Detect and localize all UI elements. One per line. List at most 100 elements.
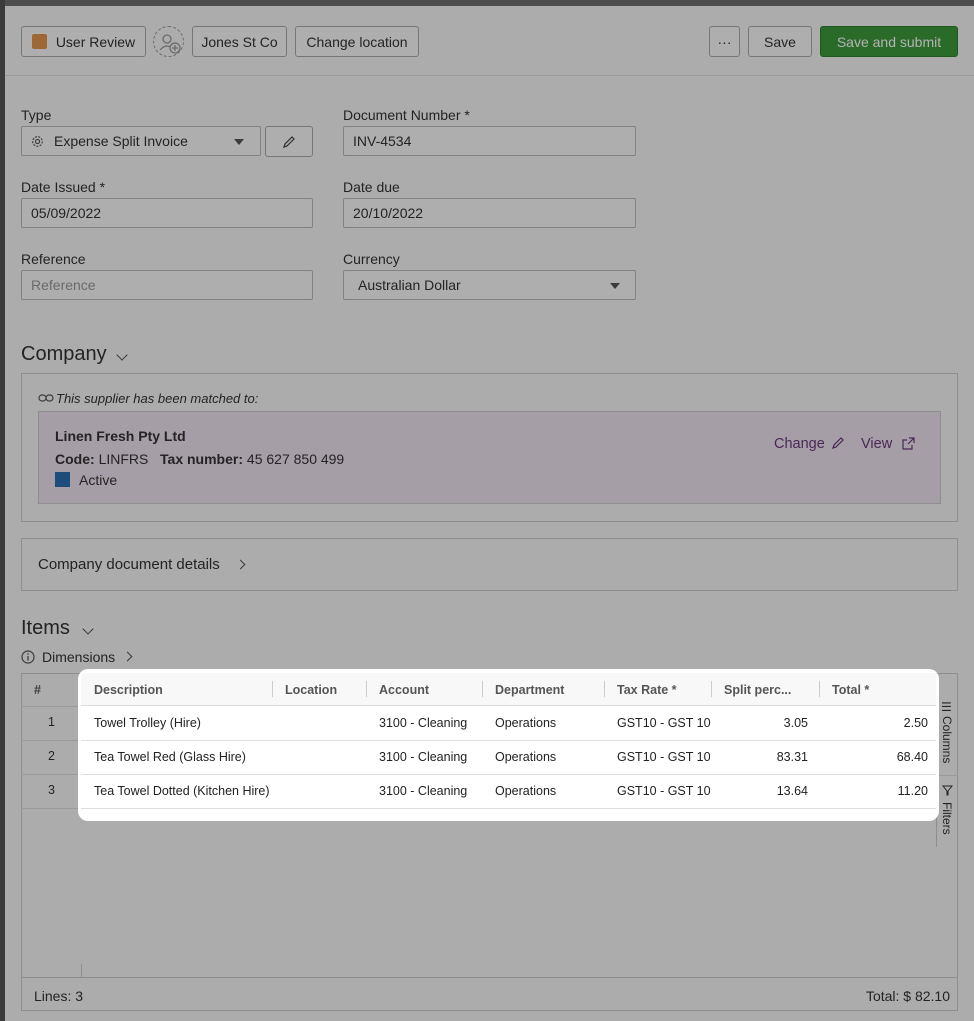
cell-total[interactable]: 11.20 (832, 784, 928, 798)
company-button[interactable]: Jones St Co (192, 26, 287, 57)
type-value: Expense Split Invoice (54, 133, 188, 149)
currency-select[interactable]: Australian Dollar (343, 270, 636, 300)
column-separator (366, 681, 367, 697)
date-issued-label: Date Issued * (21, 179, 106, 195)
cell-tax-rate[interactable]: GST10 - GST 10% (617, 750, 711, 764)
row-number: 3 (48, 783, 55, 797)
chevron-down-icon[interactable] (116, 349, 128, 361)
column-separator (711, 681, 712, 697)
grid-divider (21, 740, 83, 741)
column-separator (604, 681, 605, 697)
column-header-number: # (34, 683, 41, 697)
cell-total[interactable]: 2.50 (832, 716, 928, 730)
date-due-value: 20/10/2022 (353, 205, 424, 221)
grid-divider (21, 774, 83, 775)
pencil-icon (282, 135, 296, 149)
currency-label: Currency (343, 251, 400, 267)
column-header-split-percent[interactable]: Split perc... (724, 683, 791, 697)
type-select[interactable]: Expense Split Invoice (21, 126, 261, 156)
status-color-swatch (31, 34, 47, 49)
grid-divider (21, 808, 83, 809)
company-document-details-label: Company document details (38, 556, 220, 573)
filters-panel-tab[interactable]: Filters (940, 802, 954, 835)
save-label: Save (764, 33, 796, 50)
cell-split-percent[interactable]: 3.05 (724, 716, 808, 730)
more-icon: ··· (717, 33, 732, 50)
view-supplier-link[interactable]: View (861, 436, 892, 452)
cell-description[interactable]: Tea Towel Dotted (Kitchen Hire) (94, 784, 270, 798)
row-divider (81, 740, 936, 741)
lines-count: Lines: 3 (34, 988, 84, 1004)
save-and-submit-label: Save and submit (836, 33, 942, 50)
cell-tax-rate[interactable]: GST10 - GST 10% (617, 716, 711, 730)
cell-description[interactable]: Tea Towel Red (Glass Hire) (94, 750, 246, 764)
active-status-swatch (55, 472, 70, 487)
row-number: 1 (48, 715, 55, 729)
dimensions-toggle[interactable]: Dimensions (42, 649, 115, 665)
company-section-title: Company (21, 343, 107, 365)
items-total: Total: $ 82.10 (865, 988, 950, 1004)
reference-placeholder: Reference (31, 277, 96, 293)
cell-account[interactable]: 3100 - Cleaning (379, 784, 467, 798)
chevron-down-icon (610, 283, 620, 289)
date-due-input[interactable]: 20/10/2022 (343, 198, 636, 228)
column-header-location[interactable]: Location (285, 683, 337, 697)
filter-icon[interactable] (942, 785, 953, 796)
cell-tax-rate[interactable]: GST10 - GST 10% (617, 784, 711, 798)
more-options-button[interactable]: ··· (709, 26, 740, 57)
row-divider (81, 774, 936, 775)
column-separator (819, 681, 820, 697)
cell-account[interactable]: 3100 - Cleaning (379, 716, 467, 730)
type-label: Type (21, 107, 52, 123)
pencil-icon[interactable] (831, 436, 845, 450)
chevron-down-icon[interactable] (82, 623, 94, 635)
status-label: User Review (55, 33, 136, 50)
cell-split-percent[interactable]: 83.31 (724, 750, 808, 764)
columns-icon[interactable]: ☰ (941, 700, 952, 714)
change-location-button[interactable]: Change location (295, 26, 419, 57)
column-separator (482, 681, 483, 697)
tax-label: Tax number: (160, 451, 244, 467)
reference-input[interactable]: Reference (21, 270, 313, 300)
columns-panel-tab[interactable]: Columns (940, 716, 954, 763)
cell-department[interactable]: Operations (495, 750, 556, 764)
document-number-input[interactable]: INV-4534 (343, 126, 636, 156)
cell-split-percent[interactable]: 13.64 (724, 784, 808, 798)
save-button[interactable]: Save (748, 26, 812, 57)
column-header-tax-rate[interactable]: Tax Rate * (617, 683, 677, 697)
change-location-label: Change location (306, 33, 408, 50)
toolbar: User Review Jones St Co Change location … (5, 6, 974, 76)
cell-account[interactable]: 3100 - Cleaning (379, 750, 467, 764)
tax-value: 45 627 850 499 (246, 451, 345, 467)
supplier-code-line: Code: LINFRS Tax number: 45 627 850 499 (55, 451, 344, 467)
supplier-name: Linen Fresh Pty Ltd (55, 428, 186, 444)
cell-department[interactable]: Operations (495, 716, 556, 730)
link-icon (38, 392, 54, 404)
date-issued-value: 05/09/2022 (31, 205, 102, 221)
edit-type-button[interactable] (265, 126, 313, 157)
date-issued-input[interactable]: 05/09/2022 (21, 198, 313, 228)
code-value: LINFRS (98, 451, 149, 467)
grid-divider (81, 964, 82, 977)
row-divider (81, 808, 936, 809)
column-header-account[interactable]: Account (379, 683, 429, 697)
currency-value: Australian Dollar (358, 277, 461, 293)
status-button[interactable]: User Review (21, 26, 146, 57)
save-and-submit-button[interactable]: Save and submit (820, 26, 958, 57)
code-label: Code: (55, 451, 95, 467)
reference-label: Reference (21, 251, 86, 267)
cell-department[interactable]: Operations (495, 784, 556, 798)
external-link-icon[interactable] (901, 436, 916, 451)
column-header-total[interactable]: Total * (832, 683, 869, 697)
assign-user-icon[interactable] (153, 26, 184, 57)
column-header-description[interactable]: Description (94, 683, 163, 697)
change-supplier-link[interactable]: Change (774, 436, 825, 452)
column-header-department[interactable]: Department (495, 683, 564, 697)
cell-total[interactable]: 68.40 (832, 750, 928, 764)
document-number-label: Document Number * (343, 107, 470, 123)
invoice-panel: User Review Jones St Co Change location … (5, 6, 974, 1021)
active-status-label: Active (79, 472, 118, 488)
chevron-down-icon (234, 139, 244, 145)
cell-description[interactable]: Towel Trolley (Hire) (94, 716, 201, 730)
info-icon (21, 650, 35, 664)
